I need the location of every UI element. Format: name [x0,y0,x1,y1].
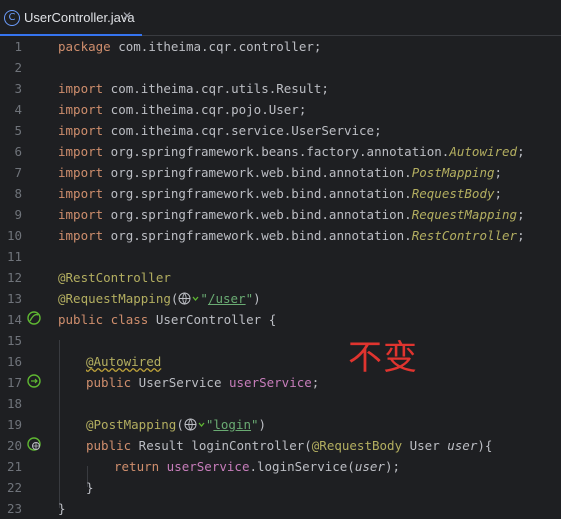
line-number: 20 [6,438,22,453]
line-number: 4 [14,102,22,117]
code-line-4: import com.itheima.cqr.pojo.User; [58,102,307,117]
line-number: 11 [6,249,22,264]
line-number: 17 [6,375,22,390]
line-number: 1 [14,39,22,54]
line-number: 6 [14,144,22,159]
code-line-7: import org.springframework.web.bind.anno… [58,165,503,180]
line-number: 3 [14,81,22,96]
web-globe-icon[interactable] [178,292,200,305]
code-line-8: import org.springframework.web.bind.anno… [58,186,503,201]
line-number: 12 [6,270,22,285]
line-number: 23 [6,501,22,516]
line-number: 18 [6,396,22,411]
code-line-3: import com.itheima.cqr.utils.Result; [58,81,329,96]
line-number: 21 [6,459,22,474]
editor-tab-bar: C UserController.java ✕ [0,0,561,36]
code-line-14: public class UserController { [58,312,277,327]
spring-bean-icon[interactable] [27,311,41,325]
code-line-21: return userService.loginService(user); [114,459,400,474]
line-number: 9 [14,207,22,222]
web-globe-icon[interactable] [184,418,206,431]
code-line-23: } [58,501,66,516]
java-class-icon: C [4,10,20,26]
code-line-13: @RequestMapping("/user") [58,291,261,306]
code-line-5: import com.itheima.cqr.service.UserServi… [58,123,382,138]
tab-user-controller[interactable]: C UserController.java ✕ [0,0,142,36]
line-number: 8 [14,186,22,201]
line-number: 13 [6,291,22,306]
autowired-bean-icon[interactable] [27,374,41,388]
line-number: 2 [14,60,22,75]
code-line-9: import org.springframework.web.bind.anno… [58,207,525,222]
line-number: 7 [14,165,22,180]
line-number: 22 [6,480,22,495]
endpoint-web-icon[interactable] [27,437,41,451]
code-line-22: } [86,480,94,495]
line-number: 19 [6,417,22,432]
line-number: 16 [6,354,22,369]
code-line-20: public Result loginController(@RequestBo… [86,438,493,453]
line-number: 10 [6,228,22,243]
code-line-17: public UserService userService; [86,375,320,390]
line-number: 14 [6,312,22,327]
close-icon[interactable]: ✕ [122,9,132,23]
line-number: 5 [14,123,22,138]
tab-label: UserController.java [24,10,135,25]
code-line-10: import org.springframework.web.bind.anno… [58,228,525,243]
code-line-1: package com.itheima.cqr.controller; [58,39,322,54]
line-number: 15 [6,333,22,348]
annotation-overlay-text: 不变 [348,338,418,378]
code-line-6: import org.springframework.beans.factory… [58,144,525,159]
code-editor[interactable]: 1 2 3 4 5 6 7 8 9 10 11 12 13 14 15 16 17 18 19 20 21 22 23 pa… [0,36,561,519]
indent-guide [59,340,60,508]
code-line-12: @RestController [58,270,171,285]
code-line-16: @Autowired [86,354,162,369]
code-line-19: @PostMapping("login") [86,417,267,432]
